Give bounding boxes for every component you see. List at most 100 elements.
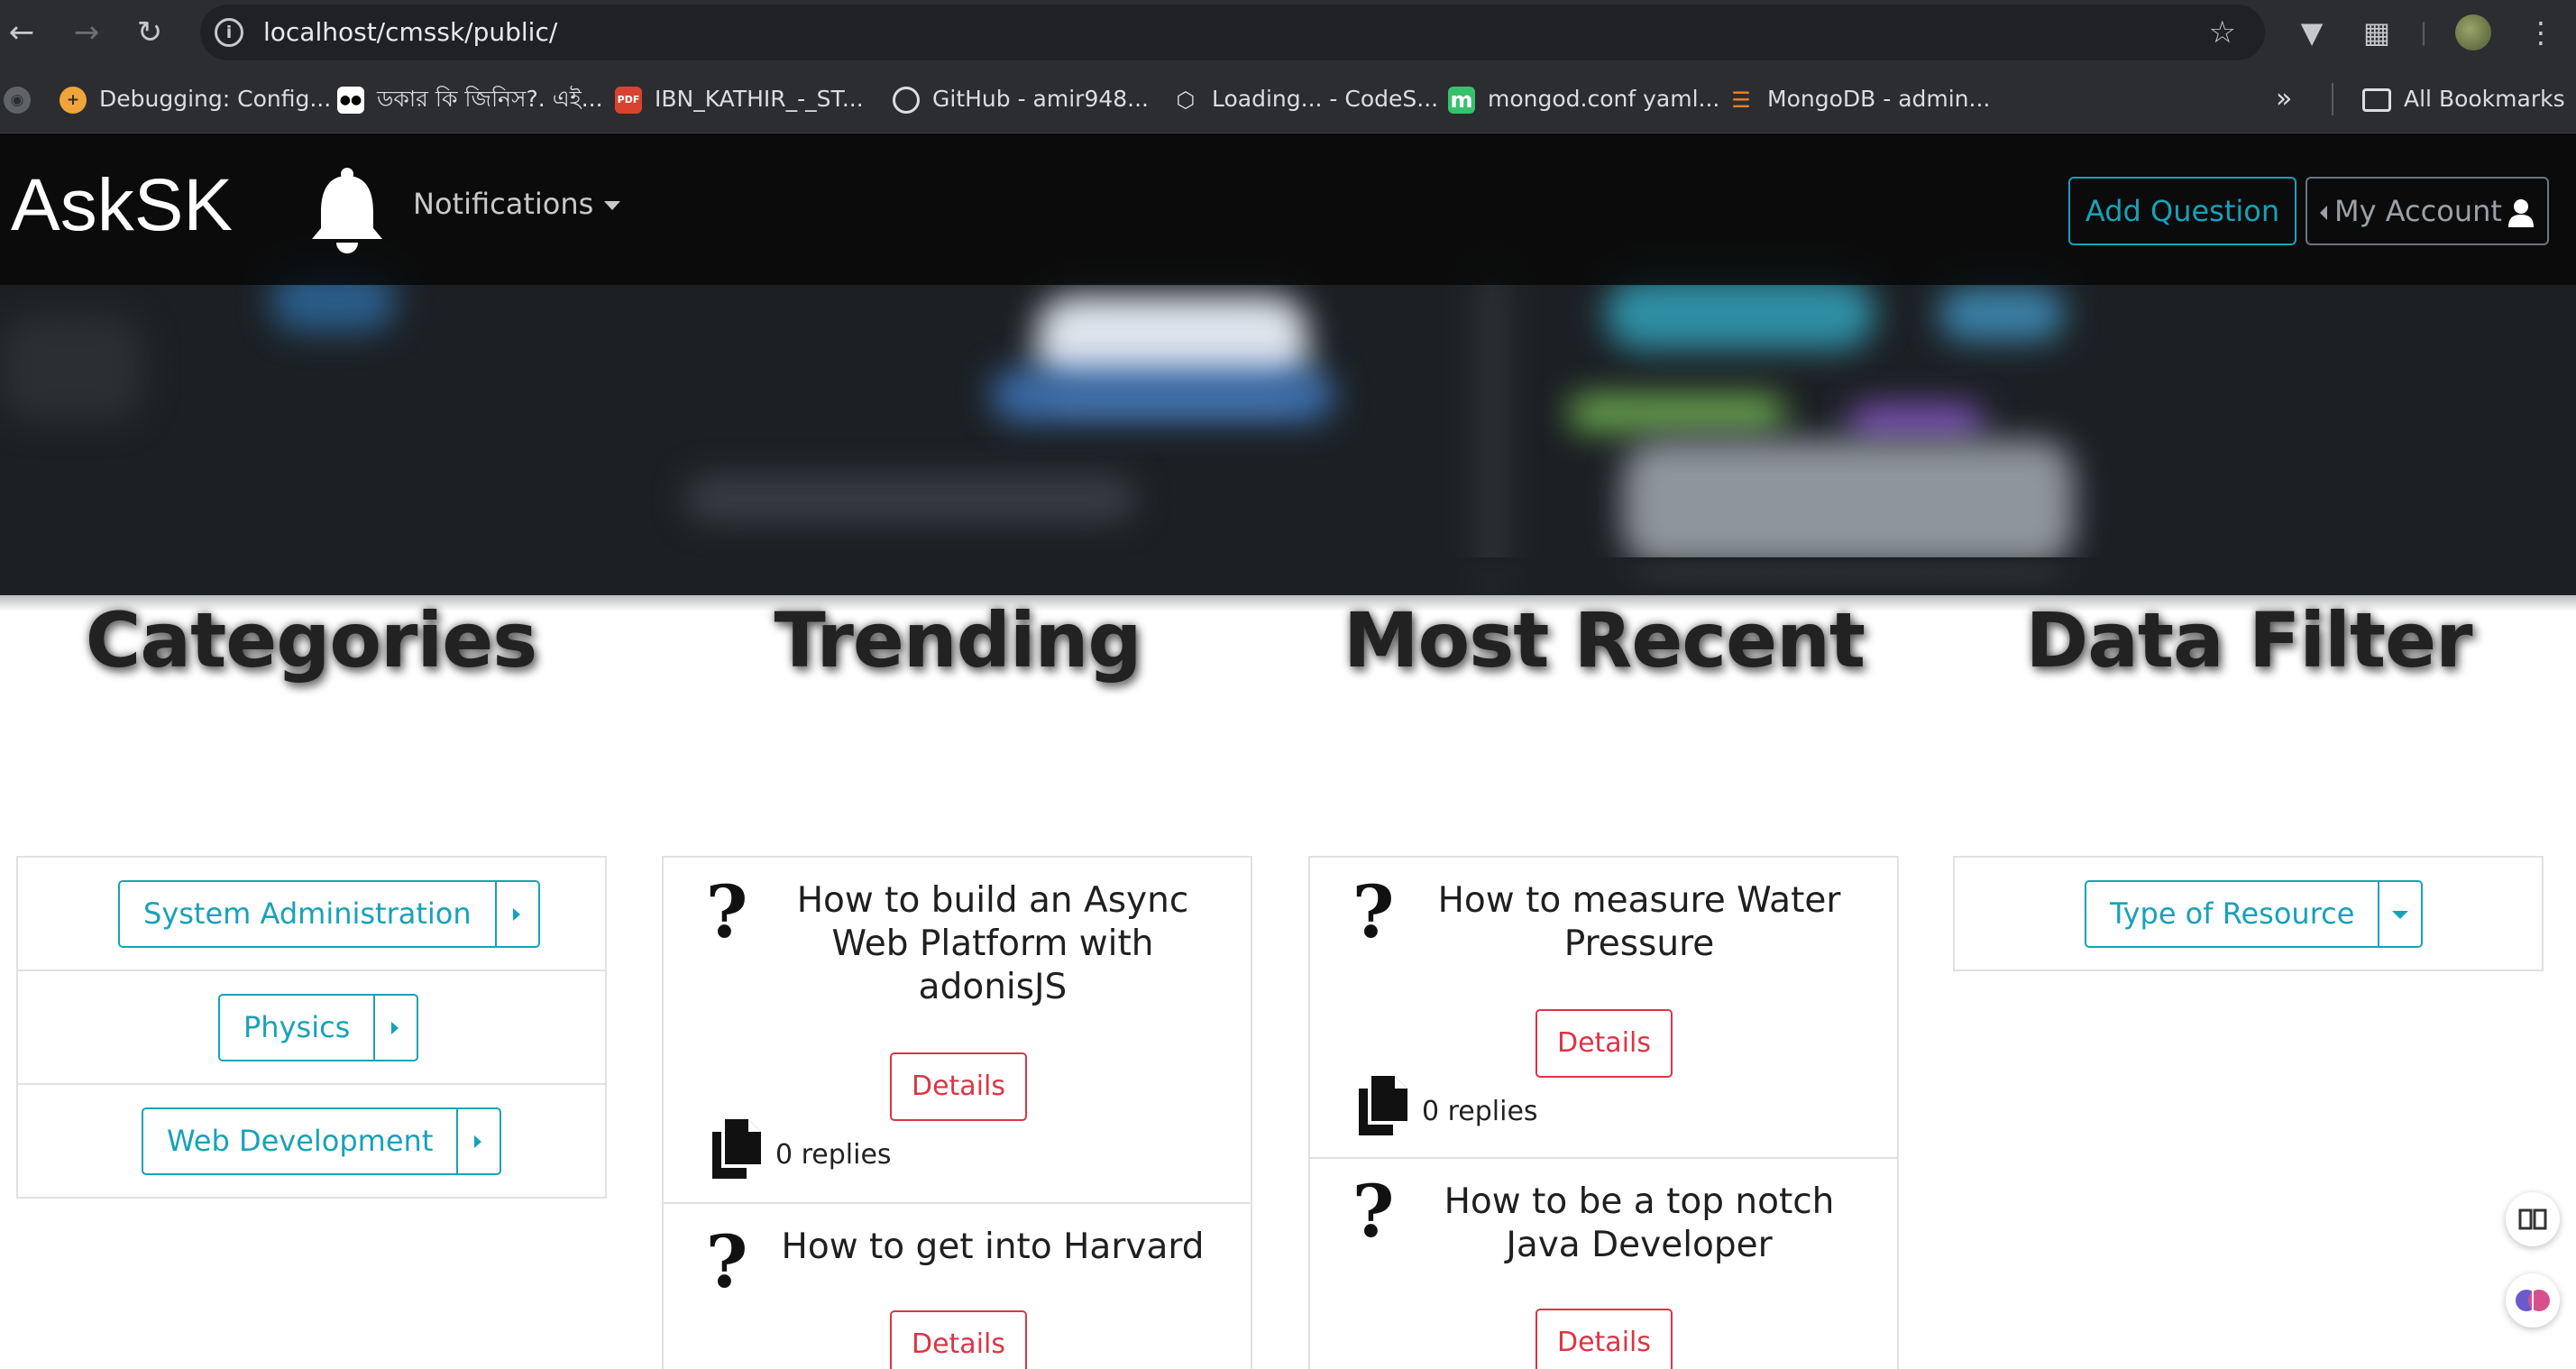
url-text[interactable]: localhost/cmssk/public/	[263, 18, 557, 47]
brand-logo[interactable]: AskSK	[11, 161, 233, 251]
user-icon	[2508, 199, 2534, 227]
details-button[interactable]: Details	[1536, 1309, 1673, 1369]
data-filter-heading: Data Filter	[2025, 596, 2472, 684]
caret-right-icon	[474, 1135, 482, 1148]
more-bookmarks-chevron-icon[interactable]: »	[2276, 83, 2292, 115]
bookmark-label: Loading... - CodeS...	[1212, 86, 1439, 112]
bookmark-label: ডকার কি জিনিস?. এই...	[377, 86, 603, 112]
category-button-system-administration[interactable]: System Administration	[118, 880, 540, 948]
dropdown-toggle[interactable]	[2378, 882, 2421, 946]
bookmark-label: GitHub - amir948...	[932, 86, 1150, 112]
bookmark-apps[interactable]: ◉	[4, 83, 43, 115]
bookmark-item[interactable]: ⬡ Loading... - CodeS...	[1172, 83, 1439, 115]
most-recent-panel: ? How to measure Water Pressure Details …	[1308, 856, 1899, 1369]
category-label[interactable]: Web Development	[143, 1109, 456, 1173]
profile-avatar[interactable]	[2455, 14, 2491, 51]
question-title[interactable]: How to build an Async Web Platform with …	[781, 879, 1205, 1009]
brain-icon	[2516, 1290, 2550, 1311]
question-card: ? How to get into Harvard Details	[664, 1204, 1251, 1369]
stackoverflow-icon: ☰	[1731, 87, 1751, 113]
list-item: Physics	[18, 971, 605, 1085]
my-account-label: My Account	[2334, 194, 2502, 228]
most-recent-heading: Most Recent	[1343, 596, 1866, 684]
bell-icon[interactable]	[307, 165, 388, 255]
back-icon[interactable]: ←	[4, 14, 40, 51]
toolbar-divider: |	[2419, 19, 2428, 46]
category-label[interactable]: System Administration	[120, 882, 495, 946]
question-title[interactable]: How to measure Water Pressure	[1427, 879, 1851, 966]
m-icon: m	[1448, 87, 1475, 114]
extensions-puzzle-icon[interactable]: ▦	[2359, 14, 2395, 51]
bookmark-item[interactable]: ●● ডকার কি জিনিস?. এই...	[337, 83, 603, 115]
bookmark-item[interactable]: m mongod.conf yaml...	[1448, 83, 1719, 115]
all-bookmarks[interactable]: All Bookmarks	[2362, 83, 2565, 115]
bookmark-label: Debugging: Config...	[99, 86, 332, 112]
caret-right-icon	[512, 908, 520, 921]
folder-icon	[2362, 88, 2391, 112]
copy-icon	[1359, 1076, 1407, 1135]
question-card: ? How to be a top notch Java Developer D…	[1310, 1159, 1897, 1369]
site-navbar: AskSK Notifications Add Question My Acco…	[0, 133, 2576, 285]
details-button[interactable]: Details	[890, 1310, 1027, 1369]
bookmark-item[interactable]: GitHub - amir948...	[893, 83, 1149, 115]
question-mark-icon: ?	[1352, 1169, 1395, 1254]
bookmark-item[interactable]: ☰ MongoDB - admin...	[1728, 83, 1990, 115]
page-viewport: AskSK Notifications Add Question My Acco…	[0, 133, 2576, 1369]
reply-count: 0 replies	[1422, 1096, 1538, 1127]
extension-v-icon[interactable]: ▼	[2294, 14, 2330, 51]
globe-icon: ◉	[4, 87, 31, 114]
question-mark-icon: ?	[1352, 869, 1395, 954]
bookmark-star-icon[interactable]: ☆	[2209, 15, 2236, 50]
trending-heading: Trending	[774, 596, 1141, 684]
details-button[interactable]: Details	[1536, 1009, 1673, 1078]
details-button[interactable]: Details	[890, 1052, 1027, 1121]
address-bar[interactable]: i localhost/cmssk/public/ ☆	[200, 5, 2265, 60]
reply-count: 0 replies	[775, 1139, 892, 1171]
ai-assistant-button[interactable]	[2506, 1273, 2560, 1328]
category-label[interactable]: Physics	[220, 996, 373, 1060]
site-info-icon[interactable]: i	[215, 18, 243, 47]
book-icon	[2518, 1208, 2547, 1230]
type-of-resource-label[interactable]: Type of Resource	[2086, 882, 2378, 946]
copy-icon	[712, 1119, 761, 1179]
question-card: ? How to build an Async Web Platform wit…	[664, 858, 1251, 1204]
bookmark-label: MongoDB - admin...	[1767, 86, 1991, 112]
category-expand-toggle[interactable]	[456, 1109, 500, 1173]
bookmark-item[interactable]: + Debugging: Config...	[60, 83, 331, 115]
bookmark-item[interactable]: PDF IBN_KATHIR_-_ST...	[615, 83, 864, 115]
question-mark-icon: ?	[705, 869, 748, 954]
plus-circle-icon: +	[60, 87, 87, 114]
bookmarks-bar: ◉ + Debugging: Config... ●● ডকার কি জিনিস?…	[0, 65, 2576, 133]
reload-icon[interactable]: ↻	[132, 14, 168, 51]
browser-toolbar: ← → ↻ i localhost/cmssk/public/ ☆ ▼ ▦ | …	[0, 0, 2576, 65]
forward-icon[interactable]: →	[69, 14, 105, 51]
my-account-button[interactable]: My Account	[2306, 177, 2549, 245]
reading-mode-button[interactable]	[2506, 1192, 2560, 1246]
menu-kebab-icon[interactable]: ⋮	[2523, 14, 2559, 51]
category-button-physics[interactable]: Physics	[218, 994, 419, 1061]
bookmark-label: mongod.conf yaml...	[1488, 86, 1720, 112]
question-title[interactable]: How to be a top notch Java Developer	[1427, 1181, 1851, 1267]
category-expand-toggle[interactable]	[373, 996, 417, 1060]
caret-down-icon	[604, 201, 621, 210]
categories-heading: Categories	[85, 596, 537, 684]
category-button-web-development[interactable]: Web Development	[142, 1107, 502, 1175]
bookmark-label: IBN_KATHIR_-_ST...	[655, 86, 864, 112]
question-title[interactable]: How to get into Harvard	[754, 1226, 1232, 1269]
notifications-dropdown[interactable]: Notifications	[413, 186, 621, 222]
caret-left-icon	[2320, 206, 2327, 220]
pdf-icon: PDF	[615, 87, 642, 114]
codesandbox-icon: ⬡	[1176, 87, 1196, 113]
categories-panel: System Administration Physics Web Develo…	[16, 856, 607, 1199]
add-question-button[interactable]: Add Question	[2068, 177, 2296, 245]
bookmarks-divider	[2332, 83, 2333, 115]
question-card: ? How to measure Water Pressure Details …	[1310, 858, 1897, 1159]
type-of-resource-dropdown[interactable]: Type of Resource	[2085, 880, 2424, 948]
trending-panel: ? How to build an Async Web Platform wit…	[662, 856, 1252, 1369]
list-item: System Administration	[18, 858, 605, 971]
question-mark-icon: ?	[705, 1219, 748, 1304]
list-item: Web Development	[18, 1085, 605, 1197]
notifications-label: Notifications	[413, 187, 594, 221]
caret-down-icon	[2392, 911, 2409, 919]
category-expand-toggle[interactable]	[494, 882, 538, 946]
